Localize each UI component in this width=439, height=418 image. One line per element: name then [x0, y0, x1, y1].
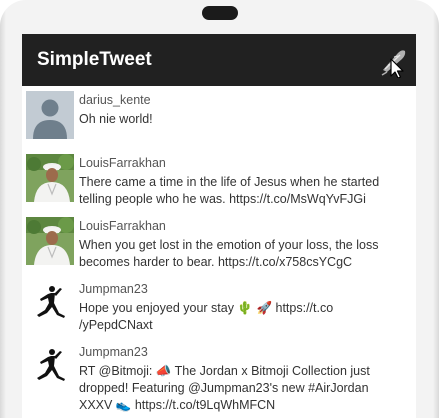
compose-feather-icon — [381, 50, 406, 78]
profile-photo — [26, 217, 74, 265]
avatar[interactable] — [26, 343, 74, 391]
tweet-text: Oh nie world! — [79, 112, 153, 126]
tweet-username[interactable]: LouisFarrakhan — [79, 155, 414, 171]
tweet-body: Jumpman23 Hope you enjoyed your stay 🌵 🚀… — [79, 281, 414, 334]
tweet-body: LouisFarrakhan When you get lost in the … — [79, 218, 414, 271]
jumpman-logo-icon — [26, 280, 74, 328]
profile-photo — [26, 154, 74, 202]
tweet-text: RT @Bitmoji: 📣 The Jordan x Bitmoji Coll… — [79, 364, 370, 412]
device-speaker — [202, 6, 238, 20]
tweet-username[interactable]: Jumpman23 — [79, 344, 414, 360]
tweet-username[interactable]: LouisFarrakhan — [79, 218, 414, 234]
tweet-text: Hope you enjoyed your stay 🌵 🚀 https://t… — [79, 301, 334, 332]
app-bar: SimpleTweet — [22, 34, 416, 86]
default-avatar-icon — [26, 91, 74, 139]
avatar[interactable] — [26, 217, 74, 265]
avatar[interactable] — [26, 91, 74, 139]
avatar[interactable] — [26, 154, 74, 202]
tweet-item[interactable]: LouisFarrakhan There came a time in the … — [22, 149, 416, 212]
tweet-timeline[interactable]: darius_kente Oh nie world! LouisFarrakha… — [22, 86, 416, 412]
tweet-username[interactable]: Jumpman23 — [79, 281, 414, 297]
tweet-item[interactable]: Jumpman23 Hope you enjoyed your stay 🌵 🚀… — [22, 275, 416, 338]
app-screen: SimpleTweet darius_kente Oh nie world! L… — [22, 34, 416, 418]
jumpman-logo-icon — [26, 343, 74, 391]
tweet-username[interactable]: darius_kente — [79, 92, 414, 108]
tweet-item[interactable]: LouisFarrakhan When you get lost in the … — [22, 212, 416, 275]
tweet-body: darius_kente Oh nie world! — [79, 92, 414, 128]
avatar[interactable] — [26, 280, 74, 328]
tweet-item[interactable]: Jumpman23 RT @Bitmoji: 📣 The Jordan x Bi… — [22, 338, 416, 412]
app-title: SimpleTweet — [37, 49, 152, 70]
compose-button[interactable] — [376, 44, 410, 78]
tweet-text: When you get lost in the emotion of your… — [79, 238, 379, 269]
device-frame: SimpleTweet darius_kente Oh nie world! L… — [0, 0, 439, 418]
tweet-text: There came a time in the life of Jesus w… — [79, 175, 380, 206]
tweet-body: LouisFarrakhan There came a time in the … — [79, 155, 414, 208]
tweet-body: Jumpman23 RT @Bitmoji: 📣 The Jordan x Bi… — [79, 344, 414, 414]
tweet-item[interactable]: darius_kente Oh nie world! — [22, 86, 416, 149]
